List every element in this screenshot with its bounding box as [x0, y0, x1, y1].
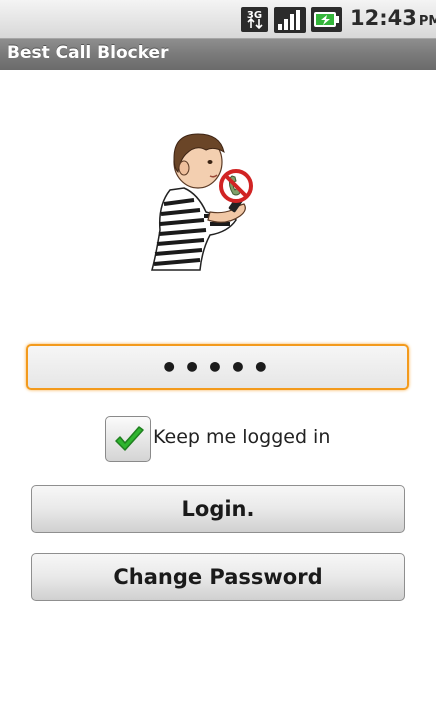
- clock-time: 12:43: [350, 6, 417, 30]
- app-title: Best Call Blocker: [7, 43, 169, 63]
- clock-ampm: PM: [418, 14, 436, 29]
- change-password-button[interactable]: Change Password: [31, 553, 405, 601]
- status-clock: 12:43 PM: [350, 6, 436, 30]
- keep-logged-in-checkbox[interactable]: [105, 416, 151, 462]
- checkmark-icon: [115, 426, 144, 451]
- svg-text:3G: 3G: [247, 10, 262, 21]
- login-button[interactable]: Login.: [31, 485, 405, 533]
- battery-charging-icon: [311, 7, 342, 32]
- keep-logged-in-row[interactable]: Keep me logged in: [105, 416, 365, 462]
- signal-strength-icon: [274, 7, 306, 33]
- 3g-data-icon: 3G: [241, 7, 268, 32]
- child-with-blocked-phone-icon: [151, 133, 253, 271]
- keep-logged-in-label: Keep me logged in: [153, 426, 331, 448]
- app-title-bar: Best Call Blocker: [0, 38, 436, 70]
- status-bar: 3G 12:43 PM: [0, 0, 436, 38]
- password-field[interactable]: [26, 344, 409, 390]
